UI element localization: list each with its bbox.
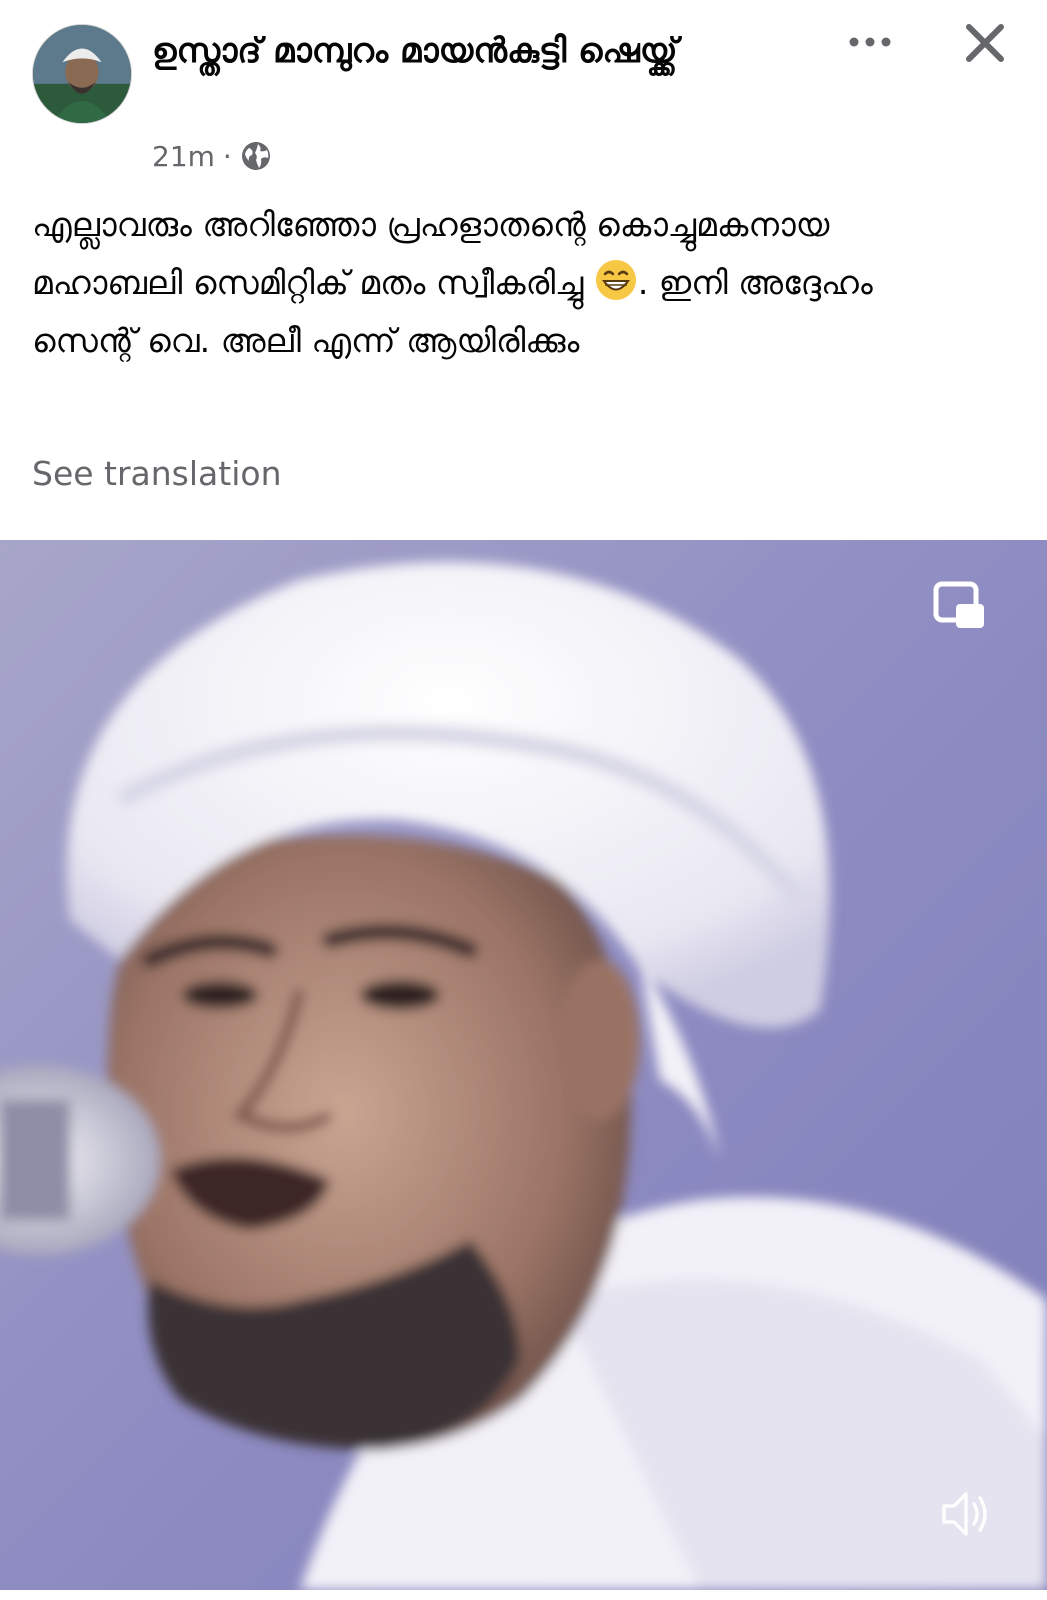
volume-button[interactable] (936, 1484, 996, 1544)
meta-separator: · (222, 139, 232, 173)
post-meta: 21m · (152, 136, 272, 176)
post-text: എല്ലാവരും അറിഞ്ഞോ പ്രഹളാതന്റെ കൊച്ചുമകനാ… (32, 196, 982, 370)
more-horizontal-icon (849, 37, 891, 47)
close-button[interactable] (960, 18, 1010, 68)
picture-in-picture-icon (933, 581, 984, 628)
close-icon (966, 24, 1004, 62)
video-frame (0, 540, 1047, 1590)
picture-in-picture-button[interactable] (930, 578, 990, 638)
post-timestamp[interactable]: 21m (152, 140, 215, 173)
post-header: ഉസ്താദ് മാമ്പുറം മായൻകുട്ടി ഷെയ്ക്ക് 21m… (0, 0, 1047, 190)
grinning-emoji-icon (594, 258, 638, 302)
globe-icon[interactable] (240, 140, 272, 172)
author-name[interactable]: ഉസ്താദ് മാമ്പുറം മായൻകുട്ടി ഷെയ്ക്ക് (152, 24, 812, 78)
author-avatar[interactable] (32, 24, 132, 124)
see-translation-link[interactable]: See translation (32, 452, 281, 496)
more-options-button[interactable] (840, 22, 900, 62)
facebook-post: ഉസ്താദ് മാമ്പുറം മായൻകുട്ടി ഷെയ്ക്ക് 21m… (0, 0, 1047, 1600)
video-player[interactable] (0, 540, 1047, 1590)
volume-icon (942, 1492, 987, 1536)
